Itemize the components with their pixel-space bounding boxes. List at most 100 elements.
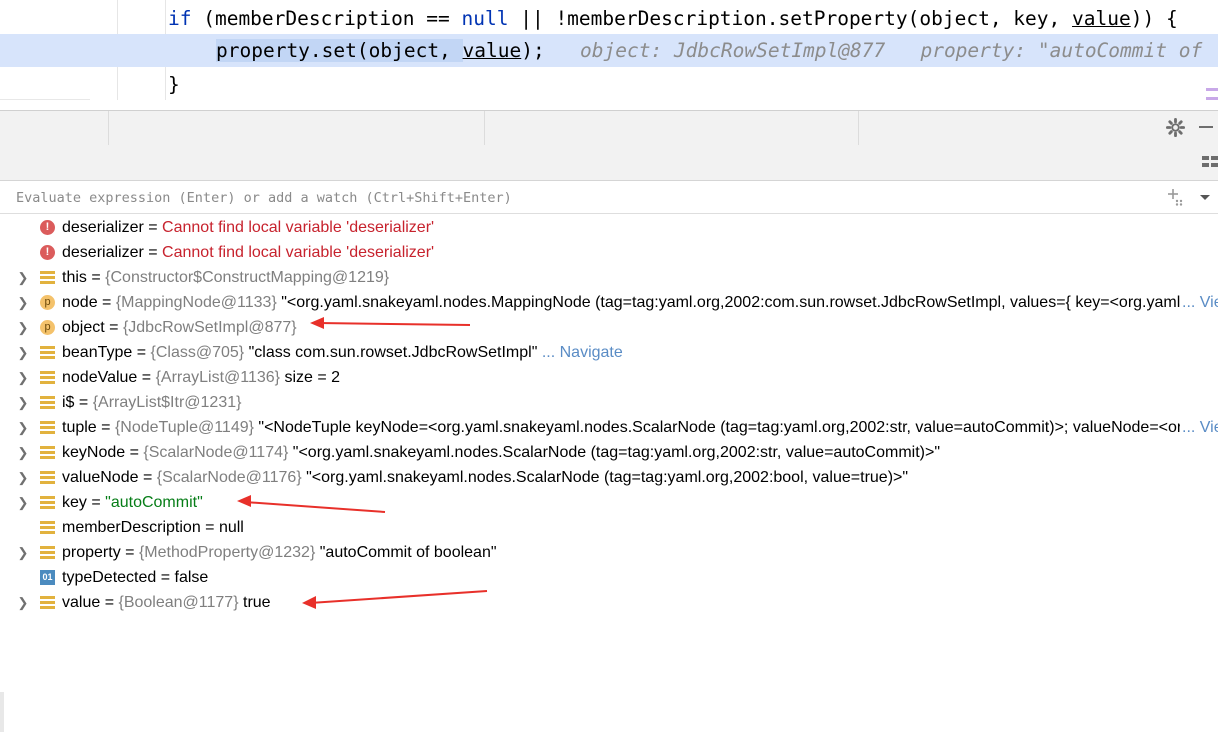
field-icon — [40, 396, 55, 409]
field-icon — [40, 371, 55, 384]
code-text: (memberDescription == — [191, 7, 462, 30]
evaluate-expression-input[interactable] — [14, 185, 1158, 211]
chevron-right-icon[interactable]: ❯ — [17, 340, 29, 365]
variable-value: "<org.yaml.snakeyaml.nodes.ScalarNode (t… — [288, 444, 941, 461]
variable-row-error[interactable]: ! deserializer = Cannot find local varia… — [0, 215, 1218, 240]
chevron-right-icon[interactable]: ❯ — [17, 440, 29, 465]
code-editor[interactable]: if (memberDescription == null || !member… — [0, 0, 1218, 111]
gear-icon-shape — [1166, 118, 1185, 137]
chevron-right-icon[interactable]: ❯ — [17, 465, 29, 490]
variable-value: "<org.yaml.snakeyaml.nodes.MappingNode (… — [281, 294, 1218, 311]
chevron-right-icon[interactable]: ❯ — [17, 540, 29, 565]
variable-name: key — [62, 494, 87, 511]
add-watch-icon[interactable] — [1167, 188, 1185, 211]
variable-reference: {Constructor$ConstructMapping@1219} — [105, 269, 390, 286]
execution-point-line[interactable]: property.set(object, value); object: Jdb… — [0, 34, 1218, 67]
variable-row-node[interactable]: ❯ p node = {MappingNode@1133} "<org.yaml… — [0, 290, 1218, 315]
gear-icon[interactable] — [1166, 118, 1185, 142]
scroll-marker — [1206, 88, 1218, 91]
variable-row-error[interactable]: ! deserializer = Cannot find local varia… — [0, 240, 1218, 265]
equals-sign: = — [200, 519, 219, 536]
error-icon: ! — [40, 245, 55, 260]
code-text: } — [168, 73, 180, 96]
code-identifier-value: value — [1072, 7, 1131, 30]
variable-value: "autoCommit of boolean" — [315, 544, 497, 561]
equals-sign: = — [137, 369, 156, 386]
variable-row-this[interactable]: ❯ this = {Constructor$ConstructMapping@1… — [0, 265, 1218, 290]
add-watch-icon-shape — [1168, 189, 1183, 206]
equals-sign: = — [156, 569, 175, 586]
toolbar-separator — [108, 111, 109, 145]
variable-row-typedetected[interactable]: 01 typeDetected = false — [0, 565, 1218, 590]
variable-row-object[interactable]: ❯ p object = {JdbcRowSetImpl@877} — [0, 315, 1218, 340]
variable-row-valuenode[interactable]: ❯ valueNode = {ScalarNode@1176} "<org.ya… — [0, 465, 1218, 490]
variable-row-memberdescription[interactable]: memberDescription = null — [0, 515, 1218, 540]
variable-reference: {Boolean@1177} — [118, 594, 239, 611]
variable-reference: {Class@705} — [150, 344, 245, 361]
equals-sign: = — [97, 294, 116, 311]
frames-toolbar — [0, 145, 1218, 181]
equals-sign: = — [104, 319, 123, 336]
equals-sign: = — [86, 269, 106, 286]
variable-name: memberDescription — [62, 519, 201, 536]
chevron-right-icon[interactable]: ❯ — [17, 315, 29, 340]
code-line-if[interactable]: if (memberDescription == null || !member… — [0, 2, 1218, 35]
boolean-icon: 01 — [40, 570, 55, 585]
dropdown-chevron-icon[interactable] — [1199, 187, 1211, 214]
variable-name: valueNode — [62, 469, 139, 486]
inline-debug-hint: object: JdbcRowSetImpl@877 property: "au… — [580, 39, 1203, 62]
variable-row-iterator[interactable]: ❯ i$ = {ArrayList$Itr@1231} — [0, 390, 1218, 415]
view-link[interactable]: ... View — [1180, 290, 1218, 315]
variable-value: size = 2 — [280, 369, 341, 386]
variable-name: value — [62, 594, 101, 611]
chevron-right-icon[interactable]: ❯ — [17, 265, 29, 290]
error-icon: ! — [40, 220, 55, 235]
equals-sign: = — [86, 494, 106, 511]
equals-sign: = — [138, 469, 157, 486]
toolbar-separator — [858, 111, 859, 145]
equals-sign: = — [132, 344, 151, 361]
variable-value: false — [174, 569, 209, 586]
chevron-right-icon[interactable]: ❯ — [17, 290, 29, 315]
variable-reference: {MethodProperty@1232} — [138, 544, 316, 561]
variable-value: "<org.yaml.snakeyaml.nodes.ScalarNode (t… — [301, 469, 909, 486]
keyword-if: if — [168, 7, 192, 30]
variable-value: "<NodeTuple keyNode=<org.yaml.snakeyaml.… — [253, 419, 1218, 436]
variable-string-value: "autoCommit" — [105, 494, 203, 511]
variable-name: i$ — [62, 394, 75, 411]
variable-row-value[interactable]: ❯ value = {Boolean@1177} true — [0, 590, 1218, 615]
variable-row-nodevalue[interactable]: ❯ nodeValue = {ArrayList@1136} size = 2 — [0, 365, 1218, 390]
variable-row-keynode[interactable]: ❯ keyNode = {ScalarNode@1174} "<org.yaml… — [0, 440, 1218, 465]
variable-name: node — [62, 294, 98, 311]
variable-reference: {ArrayList$Itr@1231} — [92, 394, 242, 411]
variable-reference: {MappingNode@1133} — [115, 294, 277, 311]
variable-row-key[interactable]: ❯ key = "autoCommit" — [0, 490, 1218, 515]
variable-row-tuple[interactable]: ❯ tuple = {NodeTuple@1149} "<NodeTuple k… — [0, 415, 1218, 440]
chevron-right-icon[interactable]: ❯ — [17, 365, 29, 390]
chevron-right-icon[interactable]: ❯ — [17, 390, 29, 415]
variable-row-beantype[interactable]: ❯ beanType = {Class@705} "class com.sun.… — [0, 340, 1218, 365]
variable-reference: {ScalarNode@1174} — [143, 444, 289, 461]
view-link[interactable]: ... View — [1180, 415, 1218, 440]
variable-name: tuple — [62, 419, 97, 436]
field-icon — [40, 271, 55, 284]
code-identifier-value: value — [462, 39, 522, 62]
code-text: ); — [521, 39, 545, 62]
chevron-right-icon[interactable]: ❯ — [17, 590, 29, 615]
chevron-right-icon[interactable]: ❯ — [17, 490, 29, 515]
code-identifier-property: property.set(object, — [216, 39, 463, 62]
code-line-close-brace[interactable]: } — [0, 68, 1218, 101]
panel-splitter[interactable] — [0, 692, 4, 732]
variable-row-property[interactable]: ❯ property = {MethodProperty@1232} "auto… — [0, 540, 1218, 565]
navigate-link[interactable]: ... Navigate — [537, 344, 623, 361]
chevron-right-icon[interactable]: ❯ — [17, 415, 29, 440]
layout-icon[interactable] — [1202, 154, 1218, 175]
field-icon — [40, 346, 55, 359]
variable-name: keyNode — [62, 444, 126, 461]
minus-icon[interactable] — [1198, 117, 1214, 142]
code-text: )) { — [1130, 7, 1178, 30]
keyword-null: null — [461, 7, 509, 30]
variable-name: beanType — [62, 344, 133, 361]
layout-icon-shape — [1202, 156, 1218, 167]
equals-sign: = — [143, 244, 163, 261]
